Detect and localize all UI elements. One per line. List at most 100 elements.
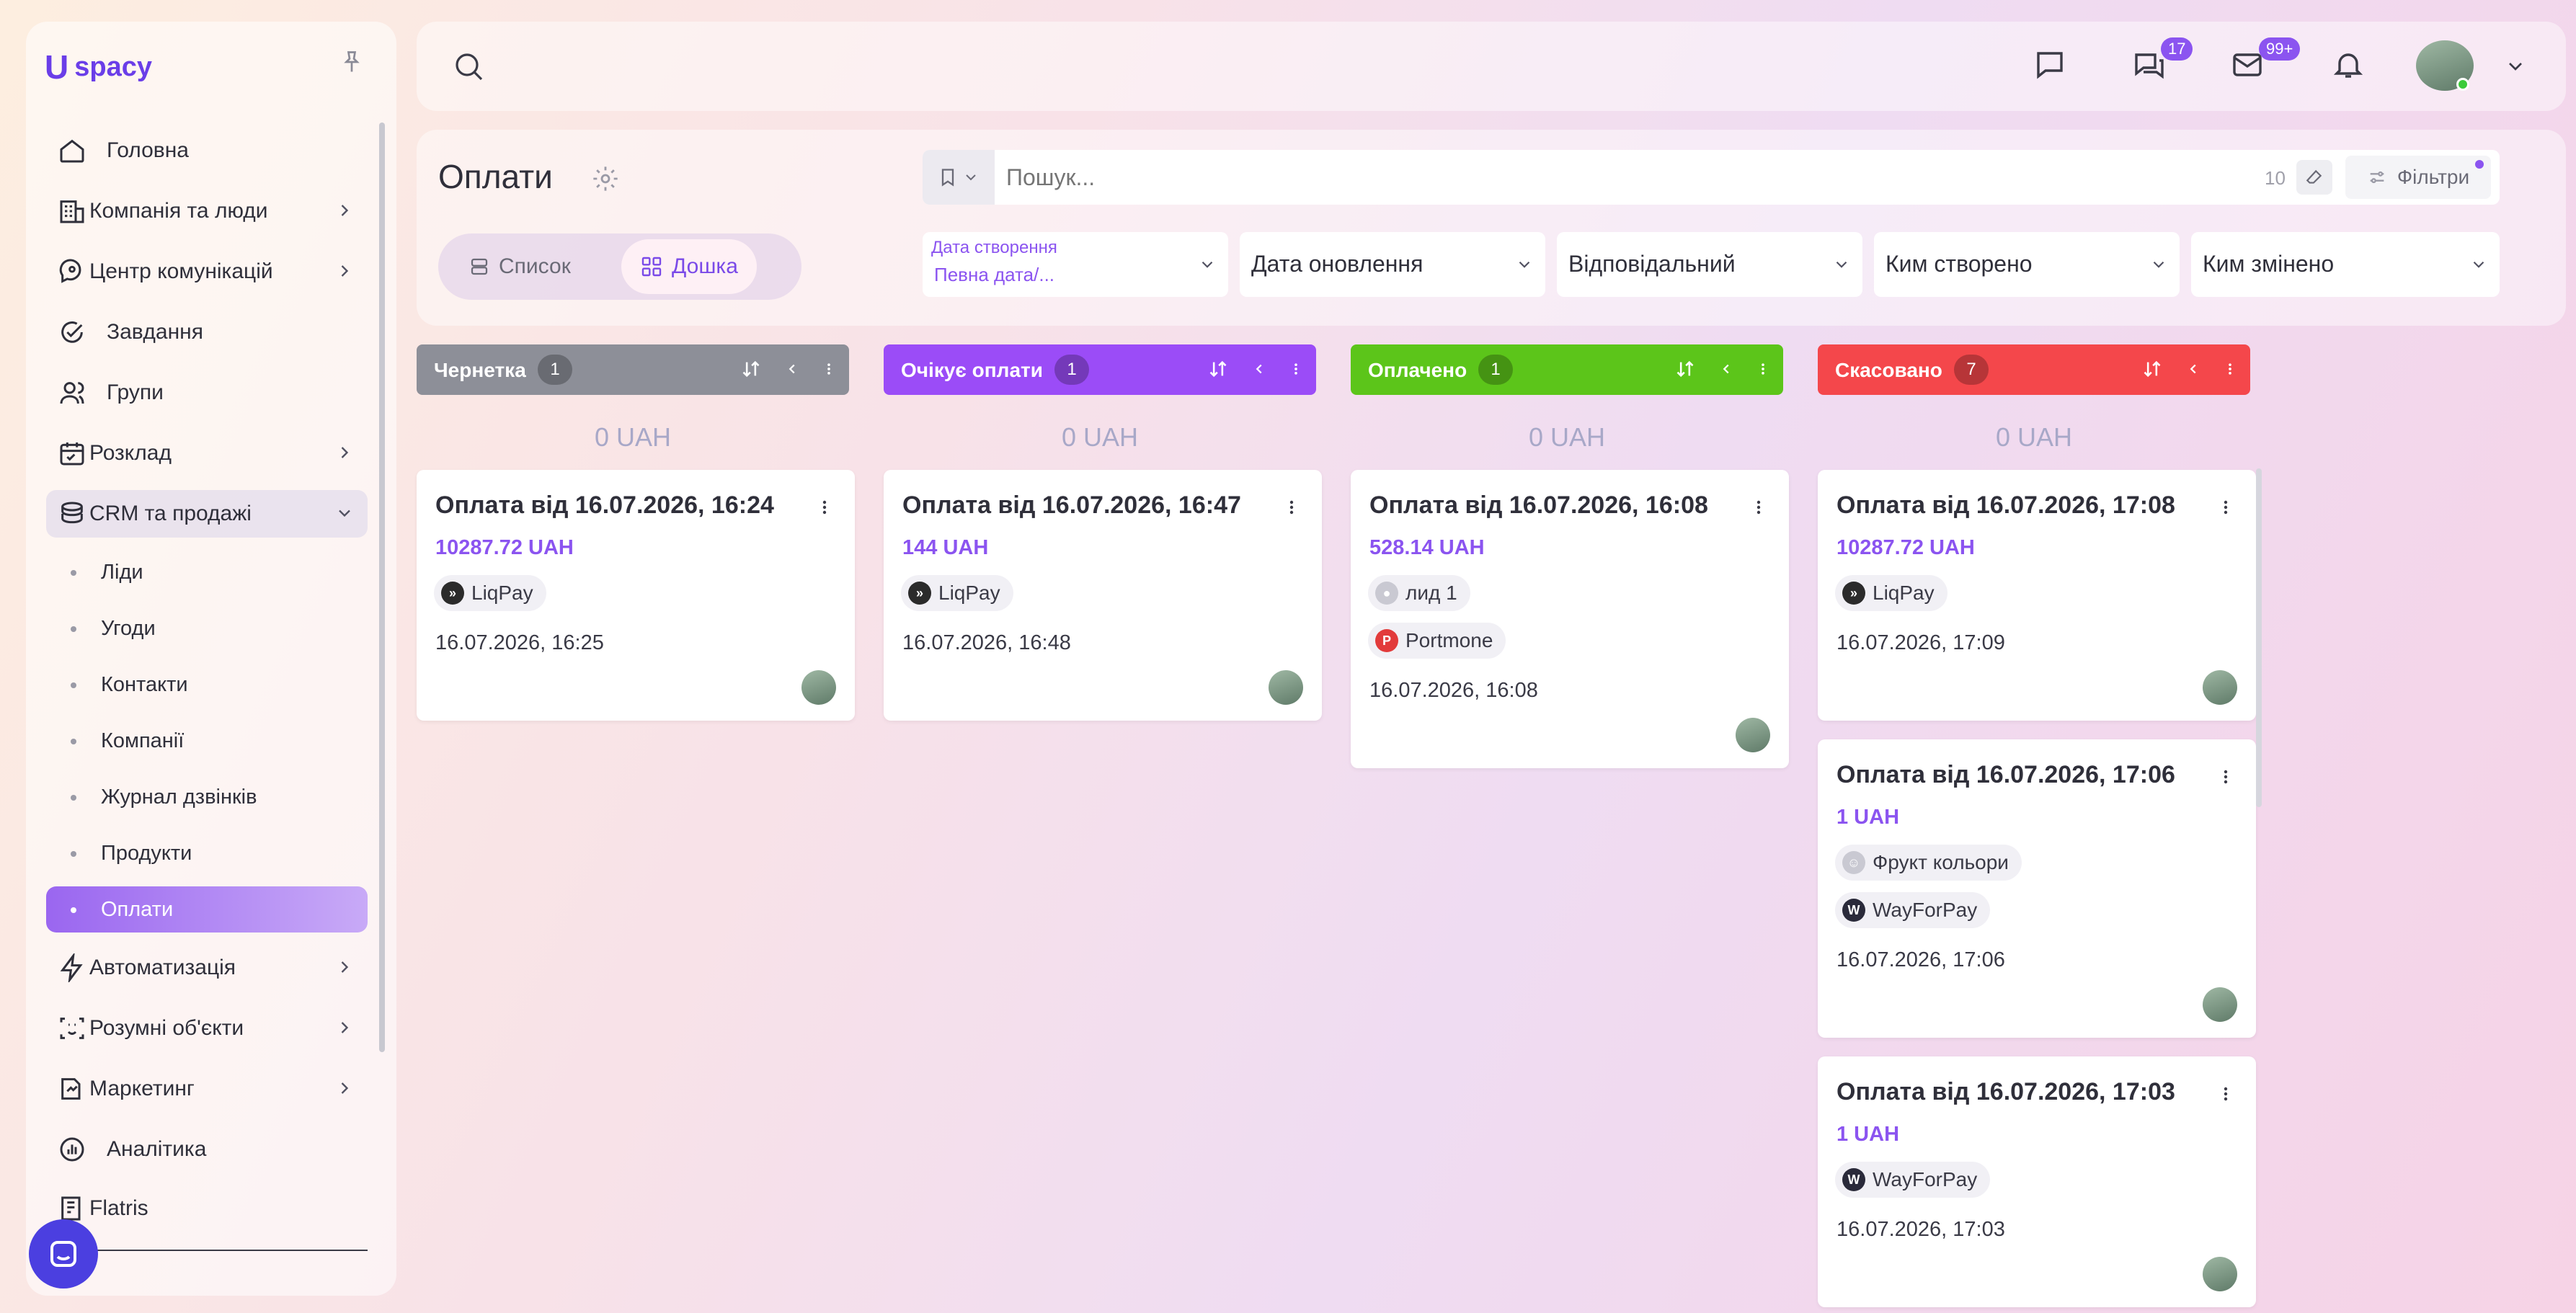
card-title: Оплата від 16.07.2026, 17:08	[1836, 491, 2175, 519]
clear-search-button[interactable]	[2296, 160, 2332, 195]
settings-gear-icon[interactable]	[591, 164, 620, 193]
sidebar-item-crm[interactable]: CRM та продажі	[46, 490, 368, 538]
card-date: 16.07.2026, 17:09	[1836, 631, 2005, 654]
column-header: Чернетка 1	[417, 344, 849, 395]
card-chip[interactable]: W WayForPay	[1835, 892, 1991, 928]
payment-card[interactable]: Оплата від 16.07.2026, 17:08 10287.72 UAH…	[1818, 470, 2256, 721]
sidebar-item-marketing[interactable]: Маркетинг	[46, 1065, 368, 1113]
sidebar-item-automation[interactable]: Автоматизація	[46, 944, 368, 992]
filter-modified-by[interactable]: Ким змінено	[2191, 232, 2500, 297]
saved-filters-button[interactable]	[923, 150, 995, 205]
sidebar-item-communications[interactable]: Центр комунікацій	[46, 248, 368, 295]
sidebar-item-label: CRM та продажі	[89, 502, 252, 525]
assignee-avatar[interactable]	[2203, 1257, 2237, 1291]
card-chip[interactable]: ● лид 1	[1368, 575, 1470, 611]
card-chip[interactable]: ☺ Фрукт кольори	[1835, 845, 2022, 881]
pin-icon[interactable]	[339, 48, 365, 76]
bell-icon[interactable]	[2331, 48, 2366, 82]
sidebar-item-smart-objects[interactable]: Розумні об'єкти	[46, 1005, 368, 1052]
column-menu-icon[interactable]	[1756, 359, 1770, 379]
card-chip[interactable]: P Portmone	[1368, 623, 1506, 659]
column-menu-icon[interactable]	[822, 359, 836, 379]
collapse-chevron-icon[interactable]	[2185, 359, 2201, 379]
card-menu-icon[interactable]	[816, 496, 833, 519]
result-count: 10	[2265, 167, 2286, 189]
payment-card[interactable]: Оплата від 16.07.2026, 17:06 1 UAH ☺ Фрукт …	[1818, 739, 2256, 1038]
filter-label: Відповідальний	[1568, 251, 1736, 277]
collapse-chevron-icon[interactable]	[1718, 359, 1734, 379]
sidebar-subitem-call-log[interactable]: Журнал дзвінків	[46, 774, 368, 820]
filters-button[interactable]: Фільтри	[2345, 156, 2491, 199]
sort-icon[interactable]	[2141, 359, 2164, 379]
card-menu-icon[interactable]	[2217, 496, 2234, 519]
payment-card[interactable]: Оплата від 16.07.2026, 17:03 1 UAH W WayFor…	[1818, 1056, 2256, 1307]
sidebar-item-home[interactable]: Головна	[46, 127, 368, 174]
sidebar-scrollbar[interactable]	[379, 123, 385, 1052]
chevron-down-icon	[1832, 255, 1851, 274]
sidebar-item-label: Розумні об'єкти	[89, 1016, 244, 1040]
assignee-avatar[interactable]	[2203, 670, 2237, 705]
sidebar-subitem-products[interactable]: Продукти	[46, 830, 368, 876]
payment-card[interactable]: Оплата від 16.07.2026, 16:47 144 UAH » LiqP…	[884, 470, 1322, 721]
column-menu-icon[interactable]	[1289, 359, 1303, 379]
filter-created-by[interactable]: Ким створено	[1874, 232, 2180, 297]
sidebar-item-groups[interactable]: Групи	[46, 369, 368, 417]
card-menu-icon[interactable]	[1750, 496, 1767, 519]
chip-label: LiqPay	[1873, 582, 1935, 604]
filter-label: Ким змінено	[2203, 251, 2335, 277]
card-amount: 1 UAH	[1836, 1123, 1900, 1146]
card-chip[interactable]: W WayForPay	[1835, 1162, 1991, 1198]
crm-icon	[46, 499, 89, 528]
card-chip[interactable]: » LiqPay	[1835, 575, 1947, 611]
board-view-button[interactable]: Дошка	[621, 239, 757, 294]
chip-label: лид 1	[1405, 582, 1457, 604]
list-view-button[interactable]: Список	[450, 239, 590, 294]
payment-card[interactable]: Оплата від 16.07.2026, 16:08 528.14 UAH ● л…	[1351, 470, 1789, 768]
sidebar-subitem-deals[interactable]: Угоди	[46, 605, 368, 651]
sidebar-subitem-contacts[interactable]: Контакти	[46, 662, 368, 708]
card-menu-icon[interactable]	[1283, 496, 1300, 519]
collapse-chevron-icon[interactable]	[1251, 359, 1267, 379]
card-date: 16.07.2026, 16:48	[902, 631, 1071, 654]
search-input[interactable]	[1006, 164, 2231, 191]
card-menu-icon[interactable]	[2217, 765, 2234, 788]
assignee-avatar[interactable]	[801, 670, 836, 705]
filter-created-date[interactable]: Дата створення Певна дата/...	[923, 232, 1228, 297]
card-menu-icon[interactable]	[2217, 1082, 2234, 1105]
sidebar-subitem-leads[interactable]: Ліди	[46, 549, 368, 595]
filter-responsible[interactable]: Відповідальний	[1557, 232, 1862, 297]
card-chip[interactable]: » LiqPay	[434, 575, 546, 611]
column-scrollbar[interactable]	[2256, 468, 2262, 807]
assignee-avatar[interactable]	[2203, 987, 2237, 1022]
column-title: Скасовано	[1835, 359, 1942, 381]
search-bar: 10 Фільтри	[923, 150, 2500, 205]
assignee-avatar[interactable]	[1736, 718, 1770, 752]
filter-updated-date[interactable]: Дата оновлення	[1240, 232, 1545, 297]
sidebar-item-analytics[interactable]: Аналітика	[46, 1126, 368, 1173]
messages-icon[interactable]	[2033, 48, 2067, 82]
search-icon[interactable]	[451, 49, 486, 84]
card-amount: 1 UAH	[1836, 806, 1900, 829]
sidebar-item-label: Маркетинг	[89, 1077, 195, 1100]
sort-icon[interactable]	[1207, 359, 1230, 379]
sort-icon[interactable]	[740, 359, 763, 379]
support-chat-button[interactable]	[29, 1219, 98, 1288]
filters-label: Фільтри	[2397, 166, 2470, 188]
sidebar-item-label: Завдання	[107, 320, 203, 344]
list-icon	[468, 256, 490, 277]
sidebar-item-flatris[interactable]: Flatris	[46, 1185, 368, 1232]
chevron-right-icon	[334, 1078, 355, 1098]
assignee-avatar[interactable]	[1269, 670, 1303, 705]
sort-icon[interactable]	[1674, 359, 1697, 379]
sidebar-subitem-payments[interactable]: Оплати	[46, 886, 368, 933]
sidebar-subitem-companies[interactable]: Компанії	[46, 718, 368, 764]
sidebar-item-schedule[interactable]: Розклад	[46, 429, 368, 477]
column-menu-icon[interactable]	[2223, 359, 2237, 379]
sidebar-item-company[interactable]: Компанія та люди	[46, 187, 368, 235]
collapse-chevron-icon[interactable]	[784, 359, 800, 379]
payment-card[interactable]: Оплата від 16.07.2026, 16:24 10287.72 UAH…	[417, 470, 855, 721]
chevron-down-icon[interactable]	[2504, 55, 2527, 78]
card-chip[interactable]: » LiqPay	[901, 575, 1013, 611]
app-logo[interactable]: U spacy	[45, 48, 152, 86]
sidebar-item-tasks[interactable]: Завдання	[46, 308, 368, 356]
